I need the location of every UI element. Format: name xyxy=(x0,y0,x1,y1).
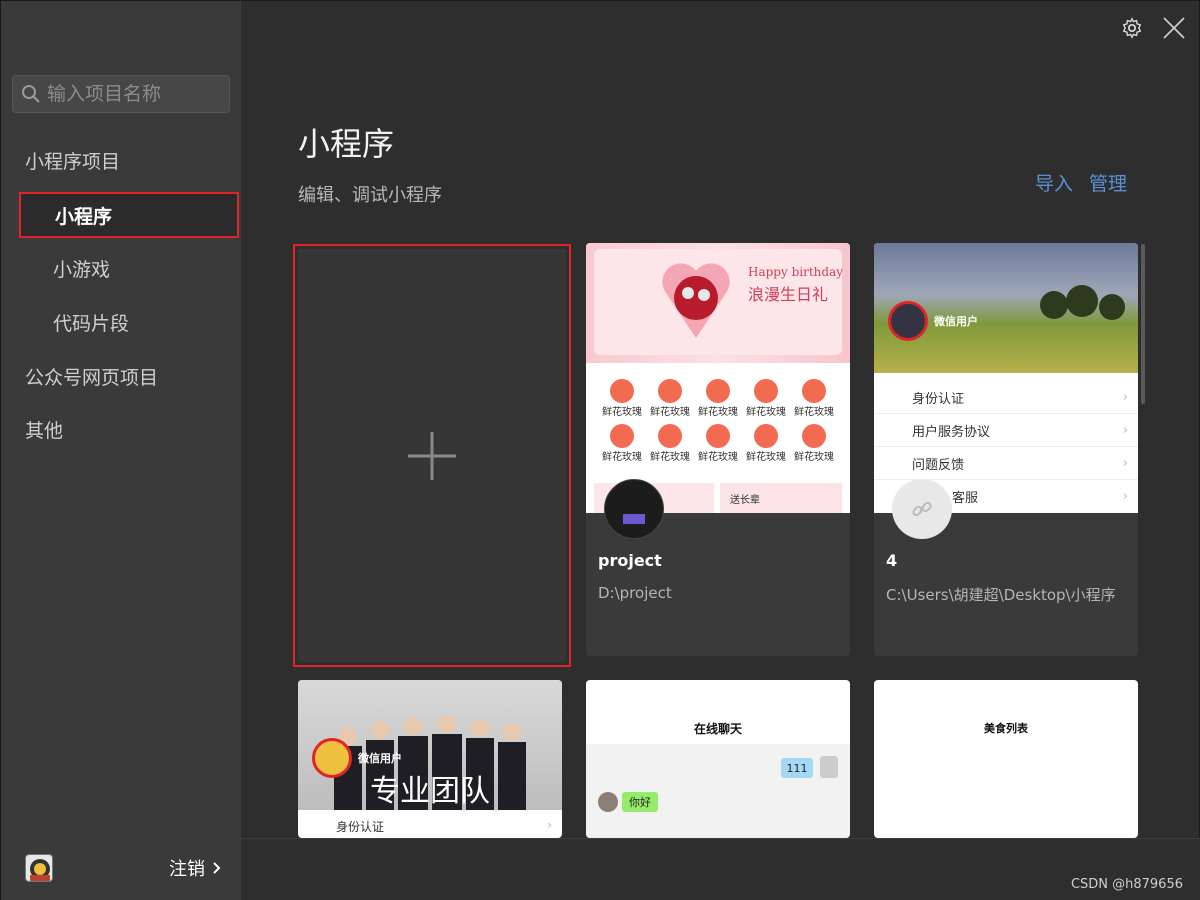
scrollbar[interactable] xyxy=(1141,244,1145,404)
category-miniprogram-projects[interactable]: 小程序项目 xyxy=(25,147,120,174)
new-project-card[interactable] xyxy=(293,244,571,667)
category-other[interactable]: 其他 xyxy=(25,416,63,443)
chat-avatar-right xyxy=(820,756,838,778)
project-card-team[interactable]: 微信用户 专业团队 身份认证 › xyxy=(298,680,562,838)
sidebar-item-minigame[interactable]: 小游戏 xyxy=(19,245,239,291)
project-logo xyxy=(604,479,664,539)
project-path: D:\project xyxy=(598,584,672,602)
plus-icon xyxy=(408,431,456,480)
user-label: 微信用户 xyxy=(934,315,978,328)
search-input[interactable] xyxy=(47,83,227,105)
thumb-title: 美食列表 xyxy=(984,722,1028,735)
project-name: project xyxy=(598,551,662,570)
banner-text: 专业团队 xyxy=(370,774,490,809)
sidebar: 小程序项目 小程序 小游戏 代码片段 公众号网页项目 其他 注销 xyxy=(1,1,241,900)
project-name: 4 xyxy=(886,551,898,570)
settings-button[interactable] xyxy=(1119,15,1145,41)
close-button[interactable] xyxy=(1161,15,1187,41)
project-thumbnail: Happy birthday 浪漫生日礼 鲜花玫瑰 鲜花玫瑰 鲜花玫瑰 鲜花玫瑰… xyxy=(586,243,850,513)
project-card-4[interactable]: 微信用户 身份认证 › 用户服务协议 › 问题反馈 › 客服 › 4 C:\Users\… xyxy=(874,243,1138,656)
manage-button[interactable]: 管理 xyxy=(1089,169,1127,196)
header-actions: 导入 管理 xyxy=(1035,169,1127,196)
new-project-area[interactable] xyxy=(298,249,566,662)
link-icon xyxy=(912,501,932,517)
chevron-right-icon xyxy=(213,862,221,874)
banner-chinese-text: 浪漫生日礼 xyxy=(748,285,829,304)
project-card-chat[interactable]: 在线聊天 111 你好 xyxy=(586,680,850,838)
project-thumbnail: 美食列表 xyxy=(874,680,1138,838)
sidebar-item-miniprogram[interactable]: 小程序 xyxy=(19,192,239,238)
footer-bar xyxy=(241,838,1200,900)
banner-english-text: Happy birthday xyxy=(748,265,843,279)
search-box[interactable] xyxy=(12,75,230,113)
project-card-food[interactable]: 美食列表 xyxy=(874,680,1138,838)
app-window: 小程序项目 小程序 小游戏 代码片段 公众号网页项目 其他 注销 xyxy=(0,0,1200,900)
sidebar-item-label: 小程序 xyxy=(55,205,113,228)
chat-bubble-left: 你好 xyxy=(622,792,658,812)
sidebar-item-code-snippets[interactable]: 代码片段 xyxy=(19,299,239,345)
sidebar-item-label: 小游戏 xyxy=(53,258,111,281)
page-title: 小程序 xyxy=(298,125,395,163)
watermark: CSDN @h879656 xyxy=(1070,877,1183,892)
gear-icon xyxy=(1122,17,1142,39)
project-meta: 4 C:\Users\胡建超\Desktop\小程序 xyxy=(874,479,1138,656)
import-button[interactable]: 导入 xyxy=(1035,169,1073,196)
project-logo xyxy=(892,479,952,539)
close-icon xyxy=(1163,17,1185,39)
logout-label: 注销 xyxy=(169,859,205,880)
user-avatar xyxy=(312,738,352,778)
user-label: 微信用户 xyxy=(358,752,402,765)
thumb-title: 在线聊天 xyxy=(693,722,742,736)
sidebar-item-label: 代码片段 xyxy=(53,312,130,335)
page-subtitle: 编辑、调试小程序 xyxy=(298,185,442,206)
project-meta: project D:\project xyxy=(586,479,850,656)
search-icon xyxy=(22,85,40,103)
chat-bubble-right: 111 xyxy=(781,758,813,778)
project-card-project[interactable]: Happy birthday 浪漫生日礼 鲜花玫瑰 鲜花玫瑰 鲜花玫瑰 鲜花玫瑰… xyxy=(586,243,850,656)
chat-avatar-left xyxy=(598,792,618,812)
user-avatar xyxy=(888,301,928,341)
window-controls xyxy=(1119,15,1187,41)
project-path: C:\Users\胡建超\Desktop\小程序 xyxy=(886,586,1116,604)
project-thumbnail: 微信用户 专业团队 身份认证 › xyxy=(298,680,562,838)
category-grid: 鲜花玫瑰 鲜花玫瑰 鲜花玫瑰 鲜花玫瑰 鲜花玫瑰 鲜花玫瑰 鲜花玫瑰 鲜花玫瑰 … xyxy=(598,379,838,463)
category-web-projects[interactable]: 公众号网页项目 xyxy=(25,363,158,390)
avatar[interactable] xyxy=(25,854,53,882)
logout-button[interactable]: 注销 xyxy=(169,855,221,881)
project-thumbnail: 微信用户 身份认证 › 用户服务协议 › 问题反馈 › 客服 › xyxy=(874,243,1138,513)
project-thumbnail: 在线聊天 111 你好 xyxy=(586,680,850,838)
user-row: 注销 xyxy=(25,853,221,883)
side-label: 送长辈 xyxy=(730,495,760,506)
